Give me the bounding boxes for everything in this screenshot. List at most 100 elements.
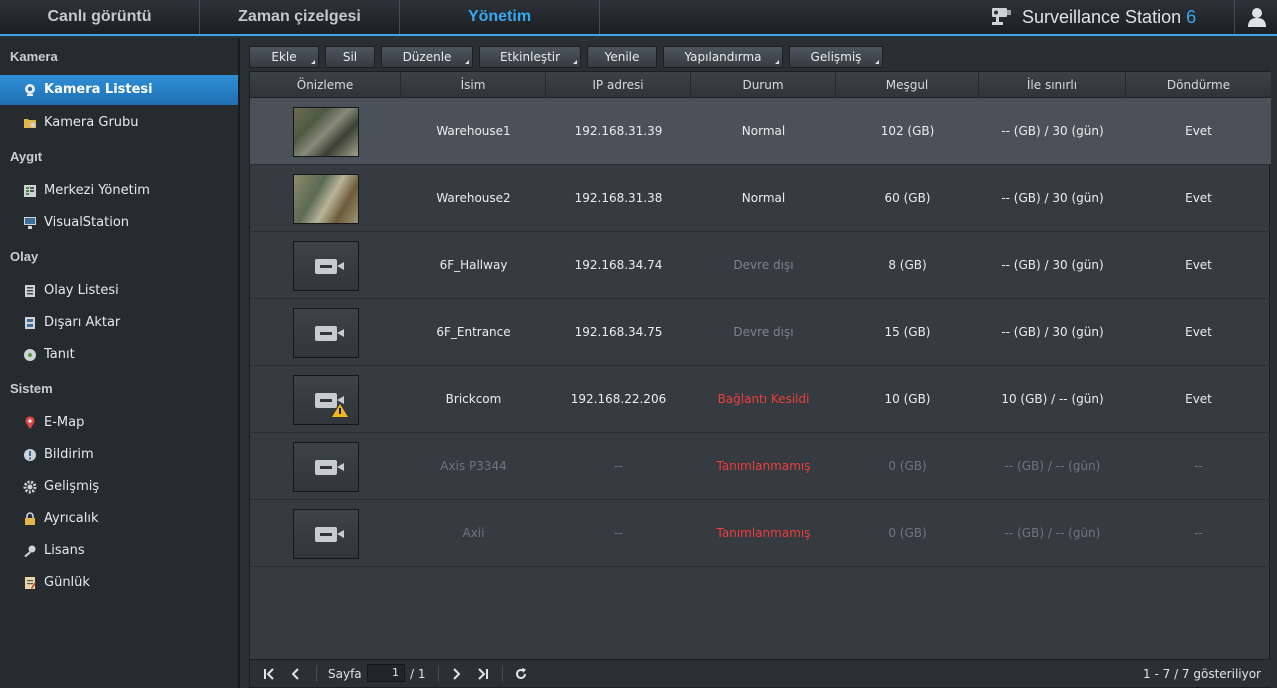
sidebar-item-camera-group[interactable]: Kamera Grubu: [0, 108, 238, 138]
sidebar-item-privilege[interactable]: Ayrıcalık: [0, 504, 238, 534]
sidebar-item-event-list[interactable]: Olay Listesi: [0, 276, 238, 306]
tab-timeline[interactable]: Zaman çizelgesi: [200, 0, 400, 34]
delete-button[interactable]: Sil: [325, 46, 375, 68]
ip-address: 192.168.31.38: [574, 191, 663, 205]
sidebar-item-emap[interactable]: E-Map: [0, 408, 238, 438]
sidebar-item-visualstation[interactable]: VisualStation: [0, 208, 238, 238]
camera-name: Warehouse2: [436, 191, 511, 205]
divider: [502, 665, 503, 682]
rotate-value: --: [1194, 526, 1203, 540]
sidebar-item-label: Kamera Grubu: [44, 115, 139, 130]
tab-live-view[interactable]: Canlı görüntü: [0, 0, 200, 34]
camera-preview: [293, 241, 359, 291]
column-header-limit[interactable]: İle sınırlı: [979, 72, 1126, 98]
divider: [316, 665, 317, 682]
divider: [438, 665, 439, 682]
sidebar-item-central-management[interactable]: Merkezi Yönetim: [0, 176, 238, 206]
user-icon[interactable]: [1246, 6, 1268, 28]
used-space: 0 (GB): [888, 459, 927, 473]
camera-preview: [293, 107, 359, 157]
first-page-icon[interactable]: [262, 665, 276, 683]
map-pin-icon: [25, 416, 35, 429]
top-nav-bar: Canlı görüntü Zaman çizelgesi Yönetim Su…: [0, 0, 1277, 36]
last-page-icon[interactable]: [476, 665, 490, 683]
visualstation-icon: [24, 217, 36, 229]
table-row[interactable]: Axis P3344 -- Tanımlanmamış 0 (GB) -- (G…: [250, 433, 1271, 500]
film-export-icon: [25, 317, 35, 329]
table-row[interactable]: Brickcom 192.168.22.206 Bağlantı Kesildi…: [250, 366, 1271, 433]
add-button[interactable]: Ekle: [249, 46, 319, 68]
gear-icon: [23, 480, 37, 494]
column-header-preview[interactable]: Önizleme: [250, 72, 401, 98]
app-brand: Surveillance Station 6: [990, 0, 1225, 34]
table-row[interactable]: 6F_Entrance 192.168.34.75 Devre dışı 15 …: [250, 299, 1271, 366]
column-header-used[interactable]: Meşgul: [836, 72, 979, 98]
sidebar-item-label: Dışarı Aktar: [44, 315, 121, 330]
sidebar-section-system: Sistem: [10, 381, 53, 396]
column-header-status[interactable]: Durum: [691, 72, 836, 98]
sidebar-item-export[interactable]: Dışarı Aktar: [0, 308, 238, 338]
ip-address: --: [614, 459, 623, 473]
enable-button[interactable]: Etkinleştir: [479, 46, 581, 68]
tab-management[interactable]: Yönetim: [400, 0, 600, 34]
camera-table: Önizleme İsim IP adresi Durum Meşgul İle…: [249, 71, 1271, 688]
pagination-summary: 1 - 7 / 7 gösteriliyor: [1143, 667, 1261, 681]
limit-value: -- (GB) / 30 (gün): [1001, 124, 1104, 138]
limit-value: -- (GB) / 30 (gün): [1001, 191, 1104, 205]
used-space: 10 (GB): [884, 392, 931, 406]
video-camera-icon: [315, 527, 344, 542]
column-header-name[interactable]: İsim: [401, 72, 546, 98]
previous-page-icon[interactable]: [290, 665, 302, 683]
table-row[interactable]: Warehouse2 192.168.31.38 Normal 60 (GB) …: [250, 165, 1271, 232]
limit-value: -- (GB) / -- (gün): [1004, 526, 1101, 540]
dropdown-arrow-icon: [573, 60, 577, 64]
lock-icon: [25, 512, 35, 525]
button-label: Yapılandırma: [684, 50, 762, 64]
button-label: Etkinleştir: [499, 50, 561, 64]
dropdown-arrow-icon: [311, 60, 315, 64]
sidebar-section-camera: Kamera: [10, 49, 58, 64]
sidebar-item-advanced[interactable]: Gelişmiş: [0, 472, 238, 502]
page-label: Sayfa: [328, 667, 362, 681]
advanced-button[interactable]: Gelişmiş: [789, 46, 883, 68]
sidebar-item-demo[interactable]: Tanıt: [0, 340, 238, 370]
configuration-button[interactable]: Yapılandırma: [663, 46, 783, 68]
rotate-value: Evet: [1185, 258, 1212, 272]
main-panel: Ekle Sil Düzenle Etkinleştir Yenile Yapı…: [242, 38, 1277, 688]
ip-address: 192.168.34.74: [574, 258, 663, 272]
app-version: 6: [1186, 7, 1197, 27]
divider: [1234, 0, 1235, 34]
camera-name: Axis P3344: [440, 459, 507, 473]
column-header-ip[interactable]: IP adresi: [546, 72, 691, 98]
sidebar-item-license[interactable]: Lisans: [0, 536, 238, 566]
rotate-value: Evet: [1185, 191, 1212, 205]
table-row[interactable]: 6F_Hallway 192.168.34.74 Devre dışı 8 (G…: [250, 232, 1271, 299]
column-header-rotate[interactable]: Döndürme: [1126, 72, 1271, 98]
sidebar-section-device: Aygıt: [10, 149, 43, 164]
pagination-bar: Sayfa 1 / 1 1 - 7 / 7 gösteriliyor: [250, 659, 1271, 687]
status-text: Tanımlanmamış: [716, 459, 811, 473]
status-text: Normal: [741, 124, 786, 138]
edit-button[interactable]: Düzenle: [381, 46, 473, 68]
limit-value: -- (GB) / -- (gün): [1004, 459, 1101, 473]
sidebar-item-log[interactable]: Günlük: [0, 568, 238, 598]
sidebar-item-notification[interactable]: Bildirim: [0, 440, 238, 470]
next-page-icon[interactable]: [450, 665, 462, 683]
ip-address: --: [614, 526, 623, 540]
video-camera-icon: [315, 259, 344, 274]
central-management-icon: [24, 185, 36, 197]
table-row[interactable]: Warehouse1 192.168.31.39 Normal 102 (GB)…: [250, 98, 1271, 165]
status-text: Normal: [741, 191, 786, 205]
camera-icon: [25, 84, 35, 96]
sidebar-item-label: Kamera Listesi: [44, 82, 153, 97]
table-row[interactable]: Axii -- Tanımlanmamış 0 (GB) -- (GB) / -…: [250, 500, 1271, 567]
refresh-button[interactable]: Yenile: [587, 46, 657, 68]
status-text: Tanımlanmamış: [716, 526, 811, 540]
used-space: 0 (GB): [888, 526, 927, 540]
surveillance-camera-icon: [992, 8, 1011, 25]
sidebar-item-label: E-Map: [44, 415, 85, 430]
rotate-value: Evet: [1185, 124, 1212, 138]
refresh-icon[interactable]: [514, 665, 528, 683]
sidebar-item-camera-list[interactable]: Kamera Listesi: [0, 75, 238, 105]
page-number-input[interactable]: 1: [367, 664, 405, 682]
